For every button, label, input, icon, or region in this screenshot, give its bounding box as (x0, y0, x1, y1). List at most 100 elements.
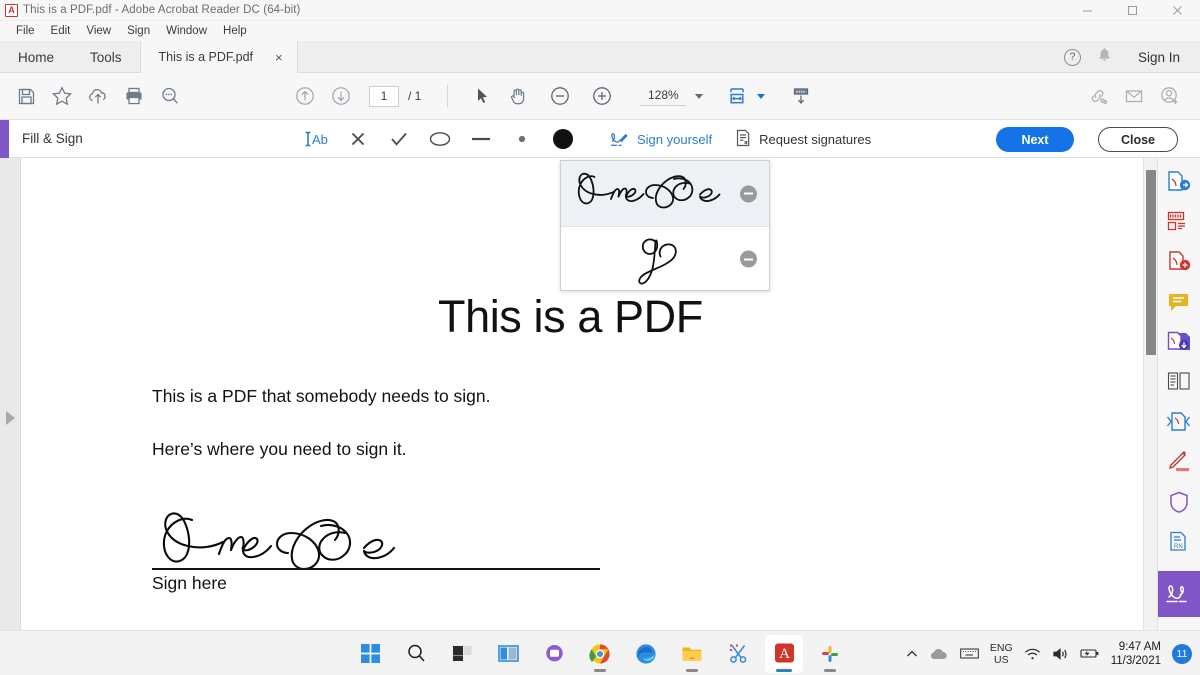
wifi-icon[interactable] (1024, 647, 1041, 661)
dot-icon[interactable] (501, 120, 542, 158)
protect-icon[interactable] (1162, 487, 1196, 517)
edit-pdf-icon[interactable] (1162, 247, 1196, 277)
document-tab-close-icon[interactable]: × (275, 51, 283, 64)
window-controls (1065, 0, 1200, 21)
remove-signature-button[interactable] (740, 185, 757, 202)
export-pdf-icon[interactable] (1162, 167, 1196, 197)
menu-sign[interactable]: Sign (119, 25, 158, 37)
fill-sign-toolbar: Fill & Sign Ab (0, 120, 1200, 158)
tab-tools[interactable]: Tools (72, 41, 140, 73)
menu-bar: File Edit View Sign Window Help (0, 21, 1200, 41)
menu-window[interactable]: Window (158, 25, 215, 37)
menu-help[interactable]: Help (215, 25, 255, 37)
more-tools-icon[interactable]: RN (1162, 527, 1196, 557)
main-toolbar: 1 / 1 (0, 73, 1200, 120)
star-icon[interactable] (44, 78, 80, 114)
file-explorer-icon[interactable] (673, 635, 711, 673)
highlight-icon[interactable] (1162, 447, 1196, 477)
chat-teams-icon[interactable] (535, 635, 573, 673)
bell-icon[interactable] (1097, 47, 1112, 68)
chrome-icon[interactable] (581, 635, 619, 673)
color-swatch-icon[interactable] (542, 120, 583, 158)
vertical-scrollbar[interactable] (1143, 158, 1157, 630)
comment-icon[interactable] (1162, 287, 1196, 317)
notification-badge[interactable]: 11 (1172, 644, 1192, 664)
page-up-icon[interactable] (287, 78, 323, 114)
hand-icon[interactable] (500, 78, 536, 114)
combine-files-icon[interactable] (1162, 327, 1196, 357)
edge-icon[interactable] (627, 635, 665, 673)
save-icon[interactable] (8, 78, 44, 114)
slack-icon[interactable] (811, 635, 849, 673)
running-indicator (686, 669, 698, 672)
tab-bar-right-controls: ? Sign In (1064, 41, 1190, 73)
email-icon[interactable] (1116, 78, 1152, 114)
acrobat-reader-icon[interactable]: A (765, 635, 803, 673)
page-down-icon[interactable] (323, 78, 359, 114)
fill-sign-icon[interactable] (1158, 571, 1200, 617)
menu-edit[interactable]: Edit (43, 25, 79, 37)
running-indicator (824, 669, 836, 672)
cloud-upload-icon[interactable] (80, 78, 116, 114)
start-windows-icon[interactable] (351, 635, 389, 673)
scrollbar-thumb[interactable] (1146, 170, 1156, 355)
saved-signature-item[interactable] (561, 226, 769, 291)
add-person-icon[interactable] (1152, 78, 1188, 114)
close-fill-sign-button[interactable]: Close (1098, 127, 1178, 152)
widgets-icon[interactable] (443, 635, 481, 673)
remove-signature-button[interactable] (740, 251, 757, 268)
document-paragraph-2: Here’s where you need to sign it. (152, 439, 407, 460)
create-pdf-icon[interactable] (1162, 207, 1196, 237)
fit-width-icon[interactable] (719, 78, 755, 114)
share-link-icon[interactable] (1080, 78, 1116, 114)
next-button[interactable]: Next (996, 127, 1074, 152)
menu-file[interactable]: File (8, 25, 43, 37)
signature-caption: Sign here (152, 573, 227, 594)
show-hidden-icons-icon[interactable] (905, 647, 919, 661)
request-signatures-button[interactable]: Request signatures (734, 128, 871, 151)
zoom-in-icon[interactable] (584, 78, 620, 114)
check-mark-icon[interactable] (378, 120, 419, 158)
onedrive-icon[interactable] (930, 647, 949, 661)
language-indicator[interactable]: ENG US (990, 642, 1013, 666)
sign-yourself-button[interactable]: Sign yourself (608, 128, 712, 151)
touch-keyboard-icon[interactable] (960, 647, 979, 660)
toolbar-share-group (1080, 78, 1188, 114)
page-number-input[interactable]: 1 (369, 86, 399, 107)
minimize-button[interactable] (1065, 0, 1110, 21)
language-line-2: US (990, 654, 1013, 666)
line-icon[interactable] (460, 120, 501, 158)
snipping-tool-icon[interactable] (719, 635, 757, 673)
zoom-level-value[interactable]: 128% (640, 86, 686, 106)
search-icon[interactable] (397, 635, 435, 673)
help-icon[interactable]: ? (1064, 49, 1081, 66)
saved-signature-item[interactable] (561, 161, 769, 226)
close-button[interactable] (1155, 0, 1200, 21)
tab-bar: Home Tools This is a PDF.pdf × ? Sign In (0, 41, 1200, 73)
print-icon[interactable] (116, 78, 152, 114)
acrobat-reader-window: A This is a PDF.pdf - Adobe Acrobat Read… (0, 0, 1200, 675)
menu-view[interactable]: View (78, 25, 119, 37)
add-text-icon[interactable]: Ab (296, 120, 337, 158)
oval-icon[interactable] (419, 120, 460, 158)
clock[interactable]: 9:47 AM 11/3/2021 (1111, 640, 1161, 668)
tab-home[interactable]: Home (0, 41, 72, 73)
compress-pdf-icon[interactable] (1162, 407, 1196, 437)
fit-width-chevron-icon[interactable] (757, 94, 765, 99)
toolbar-divider (447, 85, 448, 107)
cursor-icon[interactable] (464, 78, 500, 114)
document-tab[interactable]: This is a PDF.pdf × (140, 41, 298, 73)
chevron-down-icon[interactable] (695, 94, 703, 99)
cross-mark-icon[interactable] (337, 120, 378, 158)
maximize-button[interactable] (1110, 0, 1155, 21)
task-view-icon[interactable] (489, 635, 527, 673)
battery-charging-icon[interactable] (1080, 647, 1100, 660)
organize-pages-icon[interactable] (1162, 367, 1196, 397)
scroll-mode-icon[interactable] (783, 78, 819, 114)
signature-line (152, 568, 600, 570)
zoom-out-icon[interactable] (542, 78, 578, 114)
volume-icon[interactable] (1052, 647, 1069, 661)
expand-panel-icon[interactable] (6, 411, 15, 425)
sign-in-button[interactable]: Sign In (1128, 50, 1190, 65)
search-icon[interactable] (152, 78, 188, 114)
